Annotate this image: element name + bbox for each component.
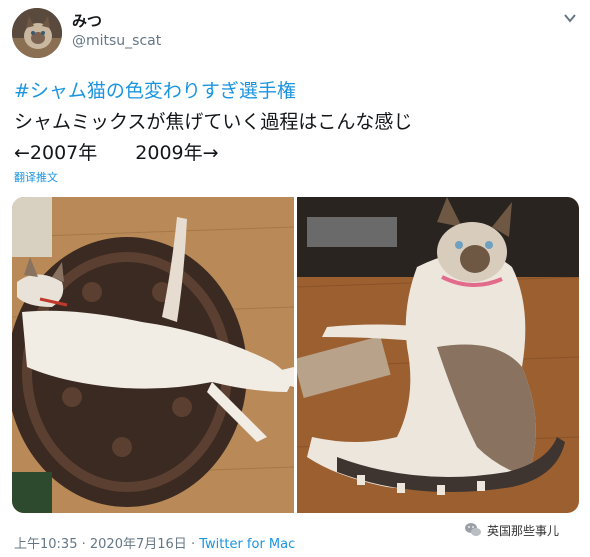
display-name[interactable]: みつ	[72, 10, 102, 31]
cat-photo-2009[interactable]	[297, 197, 579, 513]
tweet-text: シャムミックスが焦げていく過程はこんな感じ	[14, 111, 413, 133]
tweet-years: ←2007年 2009年→	[14, 142, 219, 164]
chevron-down-icon[interactable]	[562, 10, 578, 26]
tweet-time[interactable]: 上午10:35	[14, 537, 77, 552]
avatar[interactable]	[12, 8, 62, 58]
hashtag-link[interactable]: #シャム猫の色変わりすぎ選手権	[14, 76, 296, 103]
cat-avatar-icon	[12, 8, 62, 58]
user-handle[interactable]: @mitsu_scat	[72, 33, 161, 49]
tweet-footer: 上午10:35 · 2020年7月16日 · Twitter for Mac	[14, 533, 295, 552]
watermark-text: 英国那些事儿	[487, 523, 560, 538]
cat-photo-2007[interactable]	[12, 197, 294, 513]
tweet-card: みつ @mitsu_scat #シャム猫の色変わりすぎ選手権 シャムミックスが焦…	[0, 0, 590, 557]
translate-link[interactable]: 翻译推文	[14, 169, 58, 185]
footer-separator: ·	[190, 537, 196, 552]
tweet-date[interactable]: 2020年7月16日	[90, 537, 187, 552]
wechat-icon	[465, 523, 481, 536]
watermark: 英国那些事儿	[464, 521, 559, 539]
tweet-source-link[interactable]: Twitter for Mac	[199, 537, 295, 552]
footer-separator: ·	[81, 537, 86, 552]
photo-grid	[12, 197, 579, 513]
